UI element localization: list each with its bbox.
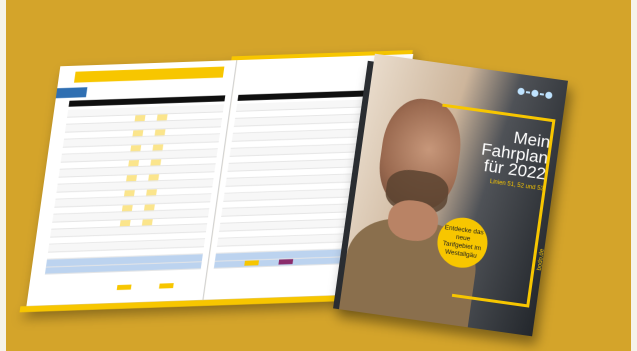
photo-scene: Mein Fahrplan für 2022 Linien 51, 52 und… [0, 0, 637, 351]
direction-tab [55, 87, 88, 99]
legend-swatch [158, 283, 174, 289]
route-header-band [74, 66, 225, 83]
legend-swatch [244, 260, 260, 266]
left-wall-strip [0, 0, 6, 351]
legend-swatch [116, 284, 132, 291]
cover-photo: Mein Fahrplan für 2022 Linien 51, 52 und… [338, 53, 569, 337]
legend-swatch [278, 259, 294, 265]
timetable-rows-left [44, 104, 225, 275]
right-wall-strip [631, 0, 637, 351]
timetable-page-left [26, 60, 238, 307]
badge-text: Entdecke das neue Tarifgebiet im Westall… [442, 224, 485, 260]
timetable-brochure-cover: Mein Fahrplan für 2022 Linien 51, 52 und… [333, 53, 569, 337]
website-text: bodo.de [537, 248, 547, 271]
